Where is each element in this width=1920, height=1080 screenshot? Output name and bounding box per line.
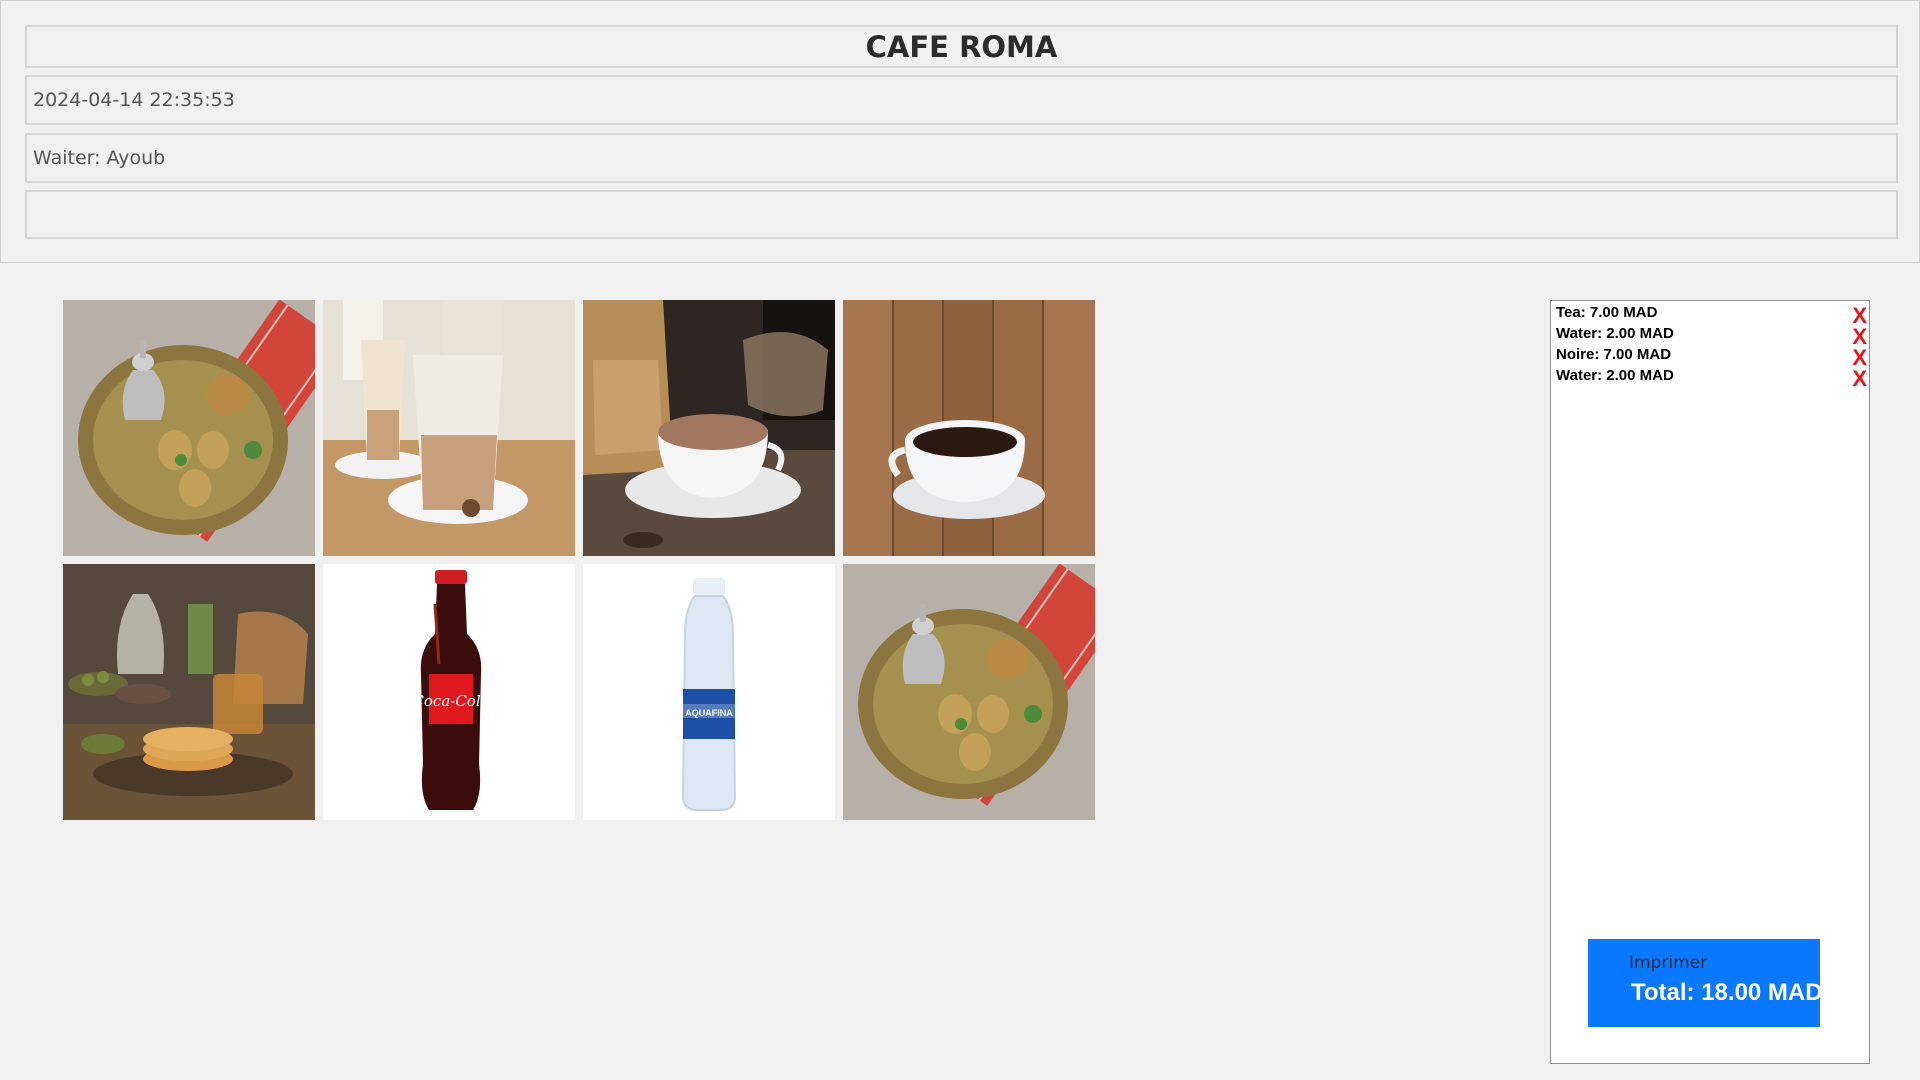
order-item: Water: 2.00 MAD X	[1551, 324, 1869, 348]
cafe-title: CAFE ROMA	[25, 25, 1898, 68]
moroccan-tea-tray-image	[63, 300, 315, 556]
hot-chocolate-cup-image	[583, 300, 835, 556]
menu-item-breakfast[interactable]	[63, 564, 315, 820]
water-bottle-image: AQUAFINA	[583, 564, 835, 820]
order-item: Water: 2.00 MAD X	[1551, 366, 1869, 390]
svg-text:AQUAFINA: AQUAFINA	[685, 708, 733, 718]
moroccan-breakfast-image	[63, 564, 315, 820]
order-item: Noire: 7.00 MAD X	[1551, 345, 1869, 369]
order-receipt-panel: Tea: 7.00 MAD X Water: 2.00 MAD X Noire:…	[1550, 300, 1870, 1064]
coca-cola-bottle-image: Coca-Cola	[323, 564, 575, 820]
remove-item-button[interactable]: X	[1852, 368, 1867, 390]
order-item-label: Water: 2.00 MAD	[1556, 367, 1674, 384]
order-item-label: Tea: 7.00 MAD	[1556, 304, 1658, 321]
order-item-label: Noire: 7.00 MAD	[1556, 346, 1672, 363]
black-coffee-cup-image	[843, 300, 1095, 556]
menu-item-tea[interactable]	[63, 300, 315, 556]
menu-item-chocolate[interactable]	[583, 300, 835, 556]
order-item-label: Water: 2.00 MAD	[1556, 325, 1674, 342]
menu-item-cola[interactable]: Coca-Cola	[323, 564, 575, 820]
svg-text:Coca-Cola: Coca-Cola	[412, 692, 489, 710]
menu-item-tea-2[interactable]	[843, 564, 1095, 820]
empty-field	[25, 190, 1898, 239]
order-total: Total: 18.00 MAD	[1631, 979, 1823, 1006]
menu-item-coffee[interactable]	[843, 300, 1095, 556]
order-item: Tea: 7.00 MAD X	[1551, 303, 1869, 327]
latte-glasses-image	[323, 300, 575, 556]
menu-grid: Coca-Cola AQUAFINA	[63, 300, 1095, 820]
moroccan-tea-tray-image	[843, 564, 1095, 820]
header-panel: CAFE ROMA 2024-04-14 22:35:53 Waiter: Ay…	[0, 0, 1920, 263]
datetime-field: 2024-04-14 22:35:53	[25, 75, 1898, 125]
menu-item-water[interactable]: AQUAFINA	[583, 564, 835, 820]
print-button-label: Imprimer	[1629, 953, 1708, 973]
print-button[interactable]: Imprimer Total: 18.00 MAD	[1588, 939, 1823, 1027]
order-list: Tea: 7.00 MAD X Water: 2.00 MAD X Noire:…	[1551, 303, 1869, 390]
waiter-field: Waiter: Ayoub	[25, 133, 1898, 183]
menu-item-latte[interactable]	[323, 300, 575, 556]
